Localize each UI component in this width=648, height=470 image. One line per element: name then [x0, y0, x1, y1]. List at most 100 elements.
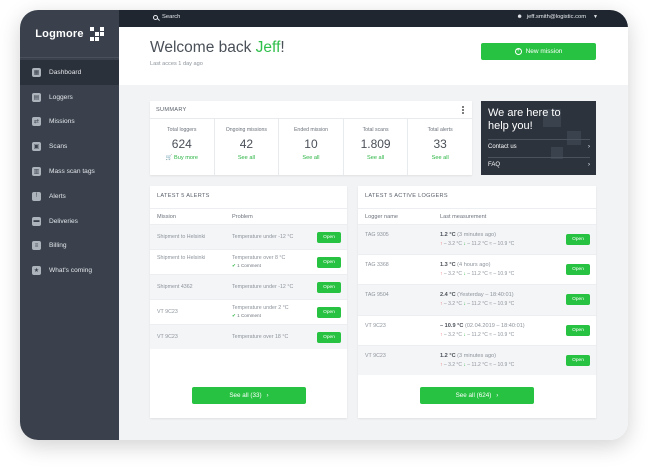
user-email: jeff.smith@logistic.com — [526, 14, 587, 20]
table-row[interactable]: VT 9C23 Temperature over 18 °C Open — [150, 324, 347, 349]
sidebar-item-alerts[interactable]: ! Alerts — [20, 184, 119, 209]
temp-low: 11.2 °C — [471, 241, 488, 247]
arrow-up-icon: ↑ — [440, 331, 443, 338]
temp-value: 2.4 °C — [440, 292, 456, 299]
sidebar-item-loggers[interactable]: ▤ Loggers — [20, 85, 119, 110]
measurement-stats: ↑ – 3.2 °C ↓ – 11.2 °C ≈ – 10.9 °C — [440, 331, 515, 338]
check-icon: ✔ — [232, 263, 236, 268]
arrow-up-icon: ↑ — [440, 361, 443, 368]
stat-value: 33 — [433, 137, 447, 151]
table-row[interactable]: VT 9C23 Temperature under 2 °C ✔ 1 Commen… — [150, 299, 347, 324]
alert-mission: VT 9C23 — [157, 334, 178, 340]
buy-more-label: Buy more — [174, 155, 198, 161]
new-mission-button[interactable]: + New mission — [481, 43, 596, 60]
summary-card: SUMMARY Total loggers 624 🛒 Buy more Ong… — [150, 101, 472, 175]
approx-icon: ≈ — [489, 331, 492, 338]
alert-problem-text: Temperature over 8 °C — [232, 255, 286, 261]
table-row[interactable]: TAG 9504 2.4 °C (Yesterday – 18:40:01) ↑… — [358, 284, 596, 315]
col-logger-name: Logger name — [365, 214, 398, 220]
search[interactable]: Search — [153, 14, 180, 20]
comment-count[interactable]: ✔ 1 Comment — [232, 263, 285, 269]
sidebar-item-whats-coming[interactable]: ★ What's coming — [20, 258, 119, 283]
buy-more-link[interactable]: 🛒 Buy more — [150, 155, 214, 161]
brand[interactable]: Logmore — [20, 10, 119, 58]
sidebar-item-label: Missions — [49, 118, 75, 126]
caret-down-icon: ▼ — [593, 14, 598, 20]
app-frame: Logmore ▦ Dashboard ▤ Loggers ⇄ Missions… — [20, 10, 628, 440]
approx-icon: ≈ — [489, 271, 492, 278]
table-row[interactable]: TAG 9305 1.2 °C (3 minutes ago) ↑ – 3.2 … — [358, 224, 596, 255]
see-all-link[interactable]: See all — [215, 155, 279, 161]
latest-loggers-card: LATEST 5 ACTIVE LOGGERS Logger name Last… — [358, 186, 596, 418]
see-all-link[interactable]: See all — [344, 155, 408, 161]
sidebar-item-missions[interactable]: ⇄ Missions — [20, 110, 119, 135]
open-button[interactable]: Open — [317, 282, 341, 293]
table-row[interactable]: VT 9C23 1.2 °C (3 minutes ago) ↑ – 3.2 °… — [358, 344, 596, 375]
temp-value: 1.3 °C — [440, 262, 456, 269]
sidebar-item-label: Mass scan tags — [49, 168, 95, 176]
sidebar-item-mass-scan-tags[interactable]: ▥ Mass scan tags — [20, 159, 119, 184]
help-card: We are here to help you! Contact us › FA… — [481, 101, 596, 175]
summary-stats: Total loggers 624 🛒 Buy more Ongoing mis… — [150, 118, 472, 175]
faq-link[interactable]: FAQ › — [488, 157, 590, 171]
temp-time: (4 hours ago) — [457, 262, 491, 269]
chevron-right-icon: › — [588, 143, 590, 150]
temp-low: 11.2 °C — [471, 271, 488, 278]
table-row[interactable]: Shipment to Helsinki Temperature over 8 … — [150, 249, 347, 274]
temp-avg: 10.9 °C — [497, 301, 515, 308]
mass-scan-icon: ▥ — [32, 167, 41, 177]
open-button[interactable]: Open — [317, 232, 341, 243]
contact-us-link[interactable]: Contact us › — [488, 139, 590, 153]
temp-high: 3.2 °C — [448, 331, 463, 338]
billing-icon: ≡ — [32, 241, 41, 251]
measurement-stats: ↑ – 3.2 °C ↓ – 11.2 °C ≈ – 10.9 °C — [440, 301, 515, 308]
sidebar-item-deliveries[interactable]: ▬ Deliveries — [20, 209, 119, 234]
open-button[interactable]: Open — [566, 264, 590, 276]
table-row[interactable]: TAG 3368 1.3 °C (4 hours ago) ↑ – 3.2 °C… — [358, 254, 596, 284]
table-row[interactable]: Shipment 4362 Temperature under -12 °C O… — [150, 274, 347, 299]
arrow-down-icon: ↓ — [463, 361, 466, 368]
loggers-title: LATEST 5 ACTIVE LOGGERS — [365, 193, 448, 199]
open-button[interactable]: Open — [566, 294, 590, 306]
chevron-right-icon: › — [588, 161, 590, 168]
sidebar-item-label: What's coming — [49, 267, 93, 275]
more-vertical-icon[interactable] — [462, 106, 465, 114]
see-all-link[interactable]: See all — [408, 155, 472, 161]
see-all-loggers-button[interactable]: See all (624) › — [420, 387, 534, 404]
arrow-down-icon: ↓ — [463, 331, 466, 338]
open-button[interactable]: Open — [566, 324, 590, 336]
measurement-current: – 10.9 °C (02.04.2019 – 18:40:01) — [440, 323, 525, 329]
sidebar-item-dashboard[interactable]: ▦ Dashboard — [20, 60, 119, 85]
table-row[interactable]: Shipment to Helsinki Temperature under -… — [150, 224, 347, 249]
open-button[interactable]: Open — [317, 257, 341, 268]
see-all-label: See all (33) — [229, 392, 262, 399]
arrow-up-icon: ↑ — [440, 241, 443, 247]
sidebar-item-scans[interactable]: ▣ Scans — [20, 134, 119, 159]
stat-total-alerts: Total alerts 33 See all — [408, 119, 472, 175]
open-button[interactable]: Open — [566, 354, 590, 366]
logger-name: TAG 3368 — [365, 262, 389, 269]
user-menu[interactable]: ☻ jeff.smith@logistic.com ▼ — [516, 14, 598, 20]
logger-measurement: 2.4 °C (Yesterday – 18:40:01) ↑ – 3.2 °C… — [440, 292, 514, 307]
scan-icon: ▣ — [32, 142, 41, 152]
logmore-logo-icon — [89, 26, 104, 41]
see-all-alerts-button[interactable]: See all (33) › — [192, 387, 306, 404]
temp-value: – 10.9 °C — [440, 322, 464, 329]
col-last-measurement: Last measurement — [440, 214, 487, 220]
temp-high: 3.2 °C — [448, 271, 463, 278]
open-button[interactable]: Open — [317, 332, 341, 343]
logger-measurement: – 10.9 °C (02.04.2019 – 18:40:01) ↑ – 3.… — [440, 323, 525, 338]
stat-value: 10 — [304, 137, 318, 151]
sidebar-item-billing[interactable]: ≡ Billing — [20, 234, 119, 259]
open-button[interactable]: Open — [317, 307, 341, 318]
alert-mission: Shipment to Helsinki — [157, 255, 206, 261]
table-row[interactable]: VT 9C23 – 10.9 °C (02.04.2019 – 18:40:01… — [358, 314, 596, 345]
arrow-down-icon: ↓ — [463, 301, 466, 308]
open-button[interactable]: Open — [566, 234, 590, 245]
stat-ongoing-missions: Ongoing missions 42 See all — [215, 119, 280, 175]
temp-avg: 10.9 °C — [497, 361, 515, 368]
see-all-link[interactable]: See all — [279, 155, 343, 161]
comment-count[interactable]: ✔ 1 Comment — [232, 313, 289, 319]
page-title: Welcome back Jeff! — [150, 39, 285, 57]
loggers-rows: TAG 9305 1.2 °C (3 minutes ago) ↑ – 3.2 … — [358, 224, 596, 375]
